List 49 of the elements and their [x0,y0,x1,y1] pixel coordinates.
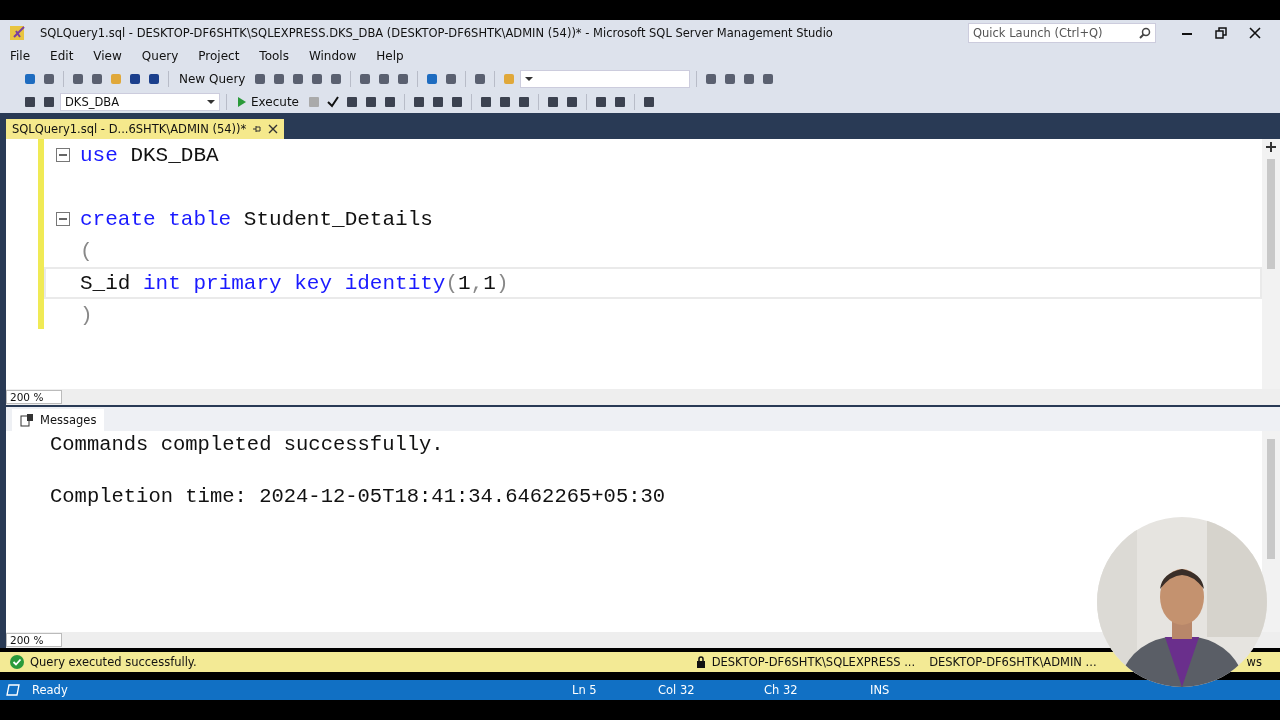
menu-item[interactable]: Query [133,49,187,63]
code-line: ) [80,303,93,327]
insert-mode: INS [870,683,891,697]
menu-item[interactable]: Edit [42,49,82,63]
menu-item[interactable]: File [2,49,39,63]
code-line: create table Student_Details [80,207,433,231]
status-text: ws [1246,655,1262,669]
code-line: S_id int primary key identity(1,1) [80,271,509,295]
scrollbar-thumb[interactable] [1267,439,1275,559]
close-icon[interactable] [1249,26,1261,39]
messages-icon [20,413,34,427]
success-icon [10,655,24,669]
lock-icon [695,656,706,668]
code-line: ( [80,239,93,263]
message-text: Completion time: 2024-12-05T18:41:34.6462265+05:30 [50,484,666,508]
menu-item[interactable]: Tools [251,49,297,63]
document-tab[interactable]: SQLQuery1.sql - D...6SHTK\ADMIN (54))* [6,119,285,139]
search-icon[interactable] [1139,26,1151,39]
zoom-dropdown[interactable]: 200 % [6,633,62,647]
menu-item[interactable]: Project [190,49,248,63]
code-line: use DKS_DBA [80,143,219,167]
query-status-text: Query executed successfully. [30,655,197,669]
character-number: Ch 32 [764,683,799,697]
execute-button[interactable]: Execute [233,94,303,109]
status-ready: Ready [32,683,69,697]
pin-icon[interactable] [252,124,263,134]
menu-item[interactable]: Help [368,49,412,63]
scrollbar-thumb[interactable] [1267,159,1275,269]
message-text: Commands completed successfully. [50,432,444,456]
menu-item[interactable]: Window [300,49,365,63]
menu-item[interactable]: View [85,49,130,63]
server-name: DESKTOP-DF6SHTK\SQLEXPRESS ... [711,655,916,669]
dropdown-arrow-icon[interactable] [525,76,534,81]
quick-launch-field[interactable]: Quick Launch (Ctrl+Q) [968,22,1156,43]
dropdown-arrow-icon[interactable] [207,99,215,104]
new-query-button[interactable]: New Query [175,71,250,86]
zoom-dropdown[interactable]: 200 % [6,390,62,404]
collapse-icon[interactable] [56,212,70,226]
collapse-icon[interactable] [56,148,70,162]
split-icon[interactable] [1265,141,1277,153]
messages-tab[interactable]: Messages [12,409,105,431]
restore-icon[interactable] [1215,26,1227,39]
user-name: DESKTOP-DF6SHTK\ADMIN ... [929,655,1097,669]
close-icon[interactable] [268,124,279,134]
line-number: Ln 5 [572,683,598,697]
database-dropdown[interactable]: DKS_DBA [60,92,220,111]
window-title: SQLQuery1.sql - DESKTOP-DF6SHTK\SQLEXPRESS.DKS_DBA (DESKTOP-DF6SHTK\ADMIN (54))* - Microsoft SQL Server Management Studio [40,25,834,40]
play-icon [237,95,247,108]
column-number: Col 32 [658,683,696,697]
